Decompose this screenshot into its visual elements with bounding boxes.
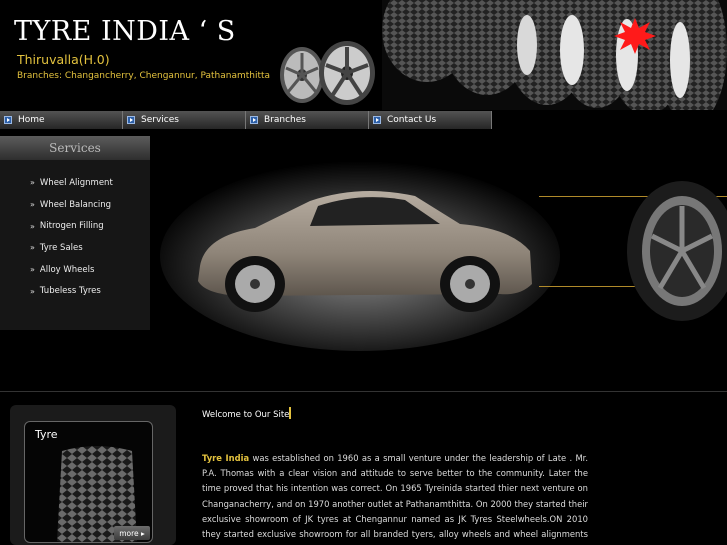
main-nav: Home Services Branches Contact Us: [0, 111, 494, 129]
site-title: TYRE INDIA ‘ S: [14, 16, 236, 47]
service-label: Tyre Sales: [39, 242, 83, 253]
service-label: Wheel Balancing: [39, 199, 112, 210]
arrow-icon: [373, 116, 381, 124]
nav-item-branches[interactable]: Branches: [246, 111, 369, 129]
promo-title: Tyre: [35, 428, 58, 441]
hero-banner: [150, 136, 727, 390]
service-label: Nitrogen Filling: [39, 221, 104, 232]
nav-item-label: Home: [18, 115, 45, 125]
services-heading: Services: [0, 136, 150, 160]
bullet-icon: »: [30, 221, 35, 231]
nav-item-label: Branches: [264, 115, 306, 125]
service-label: Alloy Wheels: [39, 264, 95, 275]
service-nitrogen-filling[interactable]: » Nitrogen Filling: [0, 215, 150, 237]
nav-item-home[interactable]: Home: [0, 111, 123, 129]
nav-item-contact[interactable]: Contact Us: [369, 111, 492, 129]
service-wheel-balancing[interactable]: » Wheel Balancing: [0, 194, 150, 216]
service-wheel-alignment[interactable]: » Wheel Alignment: [0, 172, 150, 194]
arrow-icon: [4, 116, 12, 124]
text-cursor-bar: [289, 407, 291, 419]
nav-item-services[interactable]: Services: [123, 111, 246, 129]
bullet-icon: »: [30, 200, 35, 210]
alloy-wheels-image: [280, 41, 375, 105]
bullet-icon: »: [30, 178, 35, 188]
about-text: Tyre India was established on 1960 as a …: [202, 451, 588, 545]
site-subtitle: Thiruvalla(H.0): [17, 52, 110, 67]
tyre-promo-card: Tyre more ▸: [24, 421, 153, 543]
service-label: Tubeless Tyres: [39, 286, 101, 297]
wheel-image: [627, 181, 727, 321]
arrow-icon: [250, 116, 258, 124]
bullet-icon: »: [30, 265, 35, 275]
service-tyre-sales[interactable]: » Tyre Sales: [0, 237, 150, 259]
nav-item-label: Contact Us: [387, 115, 437, 125]
arrow-icon: [127, 116, 135, 124]
services-panel: Services » Wheel Alignment » Wheel Balanci…: [0, 136, 150, 330]
section-divider: [0, 391, 727, 392]
site-branches: Branches: Changancherry, Chengannur, Pat…: [17, 71, 271, 81]
nav-item-label: Services: [141, 115, 179, 125]
tyre-promo-box: Tyre more ▸: [10, 405, 176, 545]
service-tubeless-tyres[interactable]: » Tubeless Tyres: [0, 280, 150, 302]
service-label: Wheel Alignment: [39, 177, 113, 188]
site-header: TYRE INDIA ‘ S Thiruvalla(H.0) Branches:…: [0, 0, 727, 110]
car-image: [160, 161, 560, 351]
welcome-heading: Welcome to Our Site: [202, 410, 290, 420]
brand-name: Tyre India: [202, 453, 250, 463]
more-button[interactable]: more ▸: [114, 526, 150, 540]
tyres-image: [382, 0, 727, 110]
bullet-icon: »: [30, 243, 35, 253]
about-body: was established on 1960 as a small ventu…: [202, 453, 589, 545]
starburst-icon: [614, 18, 656, 54]
services-list: » Wheel Alignment » Wheel Balancing » Nitro…: [0, 160, 150, 302]
service-alloy-wheels[interactable]: » Alloy Wheels: [0, 259, 150, 281]
bullet-icon: »: [30, 286, 35, 296]
